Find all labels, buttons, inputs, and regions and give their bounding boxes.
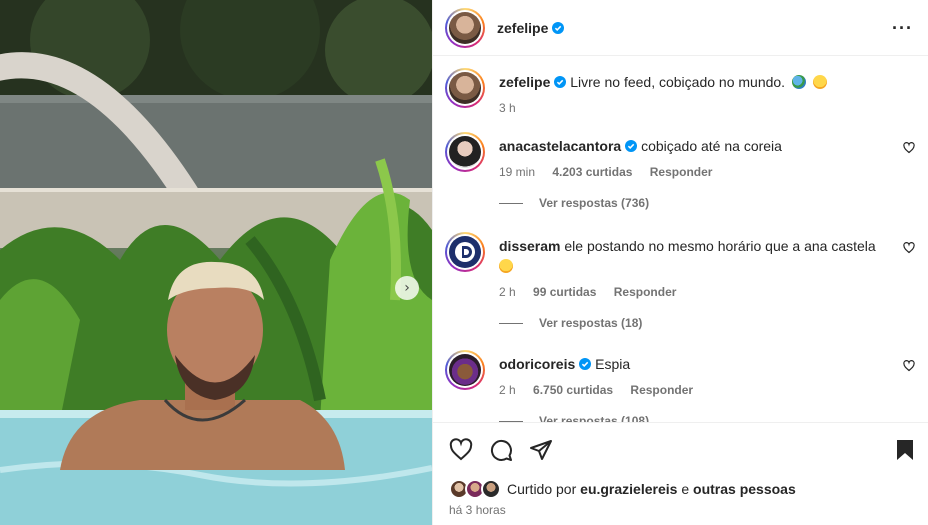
heart-icon[interactable] <box>903 142 915 154</box>
author-username[interactable]: zefelipe <box>497 20 548 36</box>
comment-username[interactable]: odoricoreis <box>499 356 575 372</box>
comment-likes[interactable]: 4.203 curtidas <box>552 165 632 179</box>
reply-button[interactable]: Responder <box>650 165 713 179</box>
reply-button[interactable]: Responder <box>614 285 677 299</box>
liked-by-prefix: Curtido por <box>507 481 577 497</box>
post-header: zefelipe ··· <box>433 0 928 56</box>
chevron-right-icon: › <box>404 280 410 296</box>
view-replies-button[interactable]: Ver respostas (108) <box>499 414 649 422</box>
caption-username[interactable]: zefelipe <box>499 74 550 90</box>
zany-face-emoji-icon <box>812 75 827 89</box>
view-replies-label: Ver respostas (736) <box>539 196 650 210</box>
comment-time: 19 min <box>499 165 536 179</box>
comments-list[interactable]: zefelipe Livre no feed, cobiçado no mund… <box>433 56 928 422</box>
verified-badge-icon <box>579 358 592 370</box>
verified-badge-icon <box>625 140 638 152</box>
comment-text: cobiçado até na coreia <box>641 138 782 154</box>
disseram-logo-icon <box>455 242 475 262</box>
commenter-avatar[interactable] <box>445 232 485 272</box>
comment-username[interactable]: anacastelacantora <box>499 138 621 154</box>
view-replies-label: Ver respostas (108) <box>539 414 650 422</box>
comment-icon[interactable] <box>489 438 513 462</box>
comment-likes[interactable]: 99 curtidas <box>533 285 596 299</box>
liked-by-connector: e <box>681 481 690 497</box>
heart-icon[interactable] <box>903 360 915 372</box>
liked-by-avatars[interactable] <box>449 479 503 499</box>
caption-time: 3 h <box>499 101 516 115</box>
author-avatar[interactable] <box>445 7 485 48</box>
liked-by: Curtido por eu.grazielereis e outras pes… <box>449 479 796 499</box>
commenter-avatar[interactable] <box>445 350 485 390</box>
comment-text: Espia <box>595 356 631 372</box>
bookmark-icon[interactable] <box>893 438 917 462</box>
post-side-panel: zefelipe ··· zefelipe Livre no feed, cob… <box>432 0 928 525</box>
comment-time: 2 h <box>499 383 516 397</box>
caption-text: Livre no feed, cobiçado no mundo. <box>570 74 786 90</box>
view-replies-button[interactable]: Ver respostas (18) <box>499 316 642 330</box>
globe-emoji-icon <box>791 75 806 89</box>
comment-time: 2 h <box>499 285 516 299</box>
verified-badge-icon <box>552 21 565 34</box>
comment-likes[interactable]: 6.750 curtidas <box>533 383 613 397</box>
carousel-next-button[interactable]: › <box>395 276 419 300</box>
liked-by-others[interactable]: outras pessoas <box>693 481 796 497</box>
more-options-icon[interactable]: ··· <box>892 18 913 39</box>
reply-button[interactable]: Responder <box>630 383 693 397</box>
comment-text: ele postando no mesmo horário que a ana … <box>564 238 876 254</box>
view-replies-label: Ver respostas (18) <box>539 316 643 330</box>
view-replies-button[interactable]: Ver respostas (736) <box>499 196 649 210</box>
send-icon[interactable] <box>529 438 553 462</box>
post-timestamp[interactable]: há 3 horas <box>449 503 506 517</box>
liked-by-user[interactable]: eu.grazielereis <box>580 481 677 497</box>
heart-icon[interactable] <box>449 438 473 462</box>
post-photo: › <box>0 0 432 525</box>
author-avatar[interactable] <box>445 68 485 108</box>
photo-scene <box>0 0 432 525</box>
heart-icon[interactable] <box>903 242 915 254</box>
post-actions: Curtido por eu.grazielereis e outras pes… <box>433 422 928 525</box>
commenter-avatar[interactable] <box>445 132 485 172</box>
verified-badge-icon <box>554 76 567 88</box>
comment-username[interactable]: disseram <box>499 238 560 254</box>
shocked-face-emoji-icon <box>499 259 513 273</box>
